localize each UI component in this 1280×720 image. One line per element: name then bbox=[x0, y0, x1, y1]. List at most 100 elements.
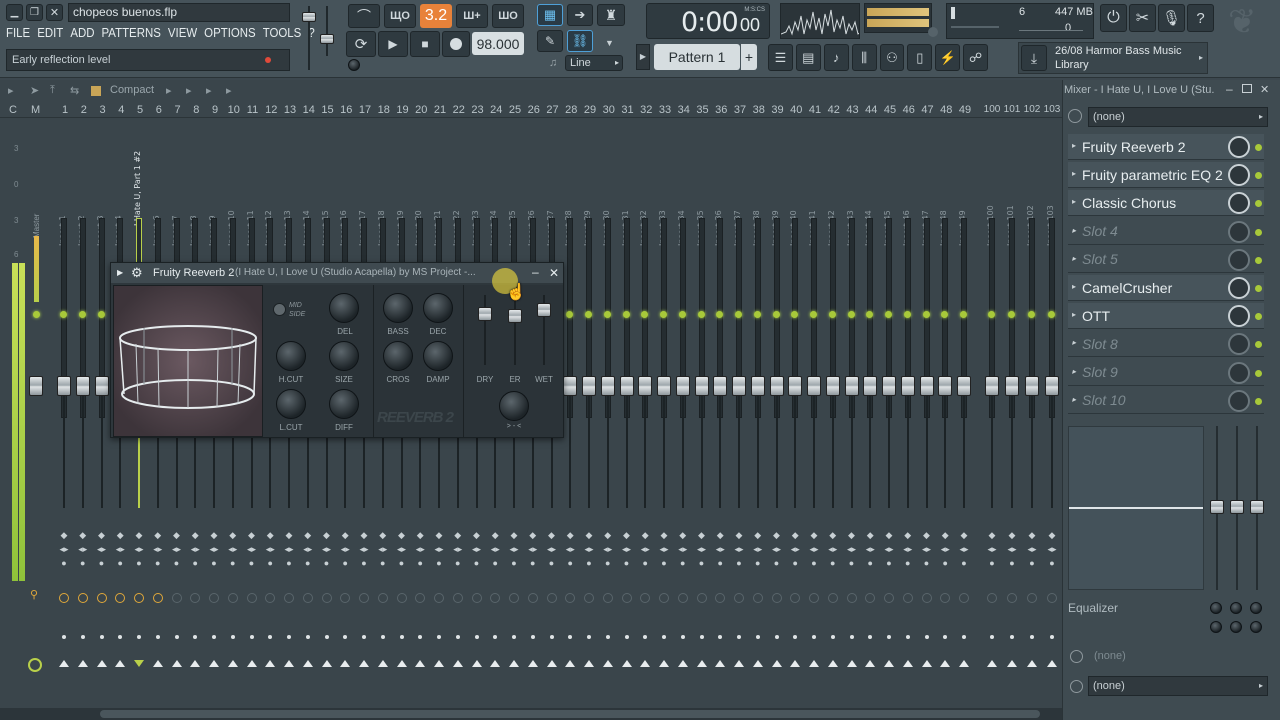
stereo-separation-icon[interactable]: ◆ ◂▸ ● bbox=[302, 528, 314, 570]
mute-led[interactable] bbox=[1028, 311, 1035, 318]
stereo-separation-icon[interactable]: ◆ ◂▸ ● bbox=[58, 528, 70, 570]
insert-number[interactable]: 4 bbox=[112, 104, 130, 116]
insert-strip[interactable]: Insert 36◆◂▸● bbox=[712, 118, 728, 708]
send-arrow-icon[interactable] bbox=[565, 660, 576, 667]
send-arrow-icon[interactable] bbox=[134, 660, 144, 667]
stereo-separation-icon[interactable]: ◆ ◂▸ ● bbox=[489, 528, 501, 570]
insert-strip[interactable]: Insert 32◆◂▸● bbox=[637, 118, 653, 708]
stereo-separation-icon[interactable]: ◆ ◂▸ ● bbox=[639, 528, 651, 570]
volume-fader[interactable] bbox=[675, 376, 690, 396]
master-led[interactable] bbox=[33, 311, 40, 318]
slot-menu-arrow-icon[interactable]: ▸ bbox=[1072, 141, 1076, 150]
mixer-icon[interactable]: ⫼ bbox=[851, 44, 877, 71]
record-arm-dot[interactable] bbox=[249, 635, 254, 639]
route-knob-icon[interactable] bbox=[340, 593, 351, 603]
insert-number[interactable]: 11 bbox=[244, 104, 262, 116]
menu-patterns[interactable]: PATTERNS bbox=[102, 25, 161, 45]
volume-fader[interactable] bbox=[919, 376, 934, 396]
stereo-separation-icon[interactable]: ◆ ◂▸ ● bbox=[733, 528, 745, 570]
slot-menu-arrow-icon[interactable]: ▸ bbox=[1072, 282, 1076, 291]
mute-led[interactable] bbox=[97, 311, 105, 318]
compact-toggle-icon[interactable] bbox=[91, 86, 101, 96]
send-arrow-icon[interactable] bbox=[302, 660, 313, 667]
stereo-separation-icon[interactable]: ◆ ◂▸ ● bbox=[246, 528, 258, 570]
stereo-width-knob[interactable] bbox=[499, 391, 529, 421]
insert-number[interactable]: 16 bbox=[337, 104, 355, 116]
route-knob-icon[interactable] bbox=[987, 593, 997, 603]
record-arm-dot[interactable] bbox=[774, 635, 779, 639]
stereo-separation-icon[interactable]: ◆ ◂▸ ● bbox=[658, 528, 670, 570]
size-knob[interactable] bbox=[329, 341, 359, 371]
send-arrow-icon[interactable] bbox=[452, 660, 463, 667]
volume-fader[interactable] bbox=[638, 376, 653, 396]
master-route-icon[interactable]: ⚲ bbox=[30, 588, 40, 601]
record-arm-dot[interactable] bbox=[755, 635, 760, 639]
slot-mix-knob[interactable] bbox=[1228, 305, 1250, 328]
insert-strip[interactable]: Insert 45◆◂▸● bbox=[881, 118, 897, 708]
route-knob-icon[interactable] bbox=[1047, 593, 1057, 603]
snap-select[interactable]: Line ▸ bbox=[565, 55, 623, 71]
insert-strip[interactable]: Insert 37◆◂▸● bbox=[731, 118, 747, 708]
compact-label[interactable]: Compact bbox=[110, 84, 154, 96]
insert-strip[interactable]: Insert 43◆◂▸● bbox=[844, 118, 860, 708]
route-knob-icon[interactable] bbox=[434, 593, 444, 603]
slot-mix-knob[interactable] bbox=[1228, 164, 1250, 187]
stereo-separation-icon[interactable]: ◆ ◂▸ ● bbox=[77, 528, 89, 570]
record-arm-dot[interactable] bbox=[868, 635, 873, 639]
send-arrow-icon[interactable] bbox=[790, 660, 801, 667]
eq-freq-knob-3[interactable] bbox=[1250, 602, 1262, 614]
stereo-separation-icon[interactable]: ◆ ◂▸ ● bbox=[752, 528, 764, 570]
slot-mix-knob[interactable] bbox=[1228, 192, 1250, 215]
insert-number[interactable]: 34 bbox=[675, 104, 693, 116]
insert-number[interactable]: 10 bbox=[225, 104, 243, 116]
piano-roll-icon[interactable]: ♪ bbox=[823, 44, 849, 71]
pattern-song-counter[interactable]: 3.2 bbox=[420, 4, 452, 28]
record-arm-dot[interactable] bbox=[268, 635, 273, 639]
record-arm-dot[interactable] bbox=[193, 635, 198, 639]
typing-keyboard-icon[interactable]: ▦ bbox=[537, 4, 563, 26]
stereo-separation-icon[interactable]: ◆ ◂▸ ● bbox=[114, 528, 126, 570]
eq-freq-knob-2[interactable] bbox=[1230, 602, 1242, 614]
record-arm-dot[interactable] bbox=[568, 635, 573, 639]
panic-icon[interactable]: ✂ bbox=[1129, 4, 1156, 32]
record-arm-dot[interactable] bbox=[362, 635, 366, 639]
route-knob-icon[interactable] bbox=[602, 593, 613, 603]
insert-strip[interactable]: Insert 42◆◂▸● bbox=[825, 118, 841, 708]
download-icon[interactable]: ⤓ bbox=[1021, 45, 1047, 71]
insert-number[interactable]: 30 bbox=[600, 104, 618, 116]
route-knob-icon[interactable] bbox=[1027, 593, 1037, 603]
send-arrow-icon[interactable] bbox=[602, 660, 613, 667]
dry-fader[interactable] bbox=[478, 295, 492, 365]
record-arm-dot[interactable] bbox=[1050, 635, 1054, 639]
send-arrow-icon[interactable] bbox=[902, 660, 913, 667]
slot-menu-arrow-icon[interactable]: ▸ bbox=[1072, 338, 1076, 347]
send-arrow-icon[interactable] bbox=[59, 660, 69, 667]
slot-menu-arrow-icon[interactable]: ▸ bbox=[1072, 169, 1076, 178]
route-knob-icon[interactable] bbox=[152, 593, 163, 603]
slot-mix-knob[interactable] bbox=[1228, 136, 1250, 158]
volume-fader[interactable] bbox=[863, 376, 878, 396]
record-arm-dot[interactable] bbox=[99, 635, 104, 639]
send-arrow-icon[interactable] bbox=[827, 660, 838, 667]
insert-strip[interactable]: Insert 40◆◂▸● bbox=[787, 118, 803, 708]
master-send-icon[interactable] bbox=[28, 658, 42, 672]
insert-number[interactable]: 8 bbox=[187, 104, 205, 116]
slot-enable-led[interactable] bbox=[1255, 256, 1262, 264]
input-select[interactable]: (none) ▸ bbox=[1088, 107, 1268, 127]
volume-fader[interactable] bbox=[582, 376, 596, 396]
restore-icon[interactable]: ❐ bbox=[26, 4, 43, 21]
menu-options[interactable]: OPTIONS bbox=[204, 25, 255, 45]
menu-edit[interactable]: EDIT bbox=[37, 25, 63, 45]
record-arm-dot[interactable] bbox=[587, 635, 591, 639]
send-arrow-icon[interactable] bbox=[284, 660, 294, 667]
mute-led[interactable] bbox=[828, 311, 836, 318]
insert-strip[interactable]: Insert 44◆◂▸● bbox=[862, 118, 878, 708]
volume-fader[interactable] bbox=[1045, 376, 1059, 396]
route-knob-icon[interactable] bbox=[546, 593, 557, 603]
send-arrow-icon[interactable] bbox=[471, 660, 482, 667]
insert-number[interactable]: 43 bbox=[844, 104, 862, 116]
record-arm-dot[interactable] bbox=[830, 635, 835, 639]
volume-fader[interactable] bbox=[844, 376, 859, 396]
tempo-display[interactable]: 98.000 bbox=[472, 32, 524, 55]
route-knob-icon[interactable] bbox=[509, 593, 519, 603]
